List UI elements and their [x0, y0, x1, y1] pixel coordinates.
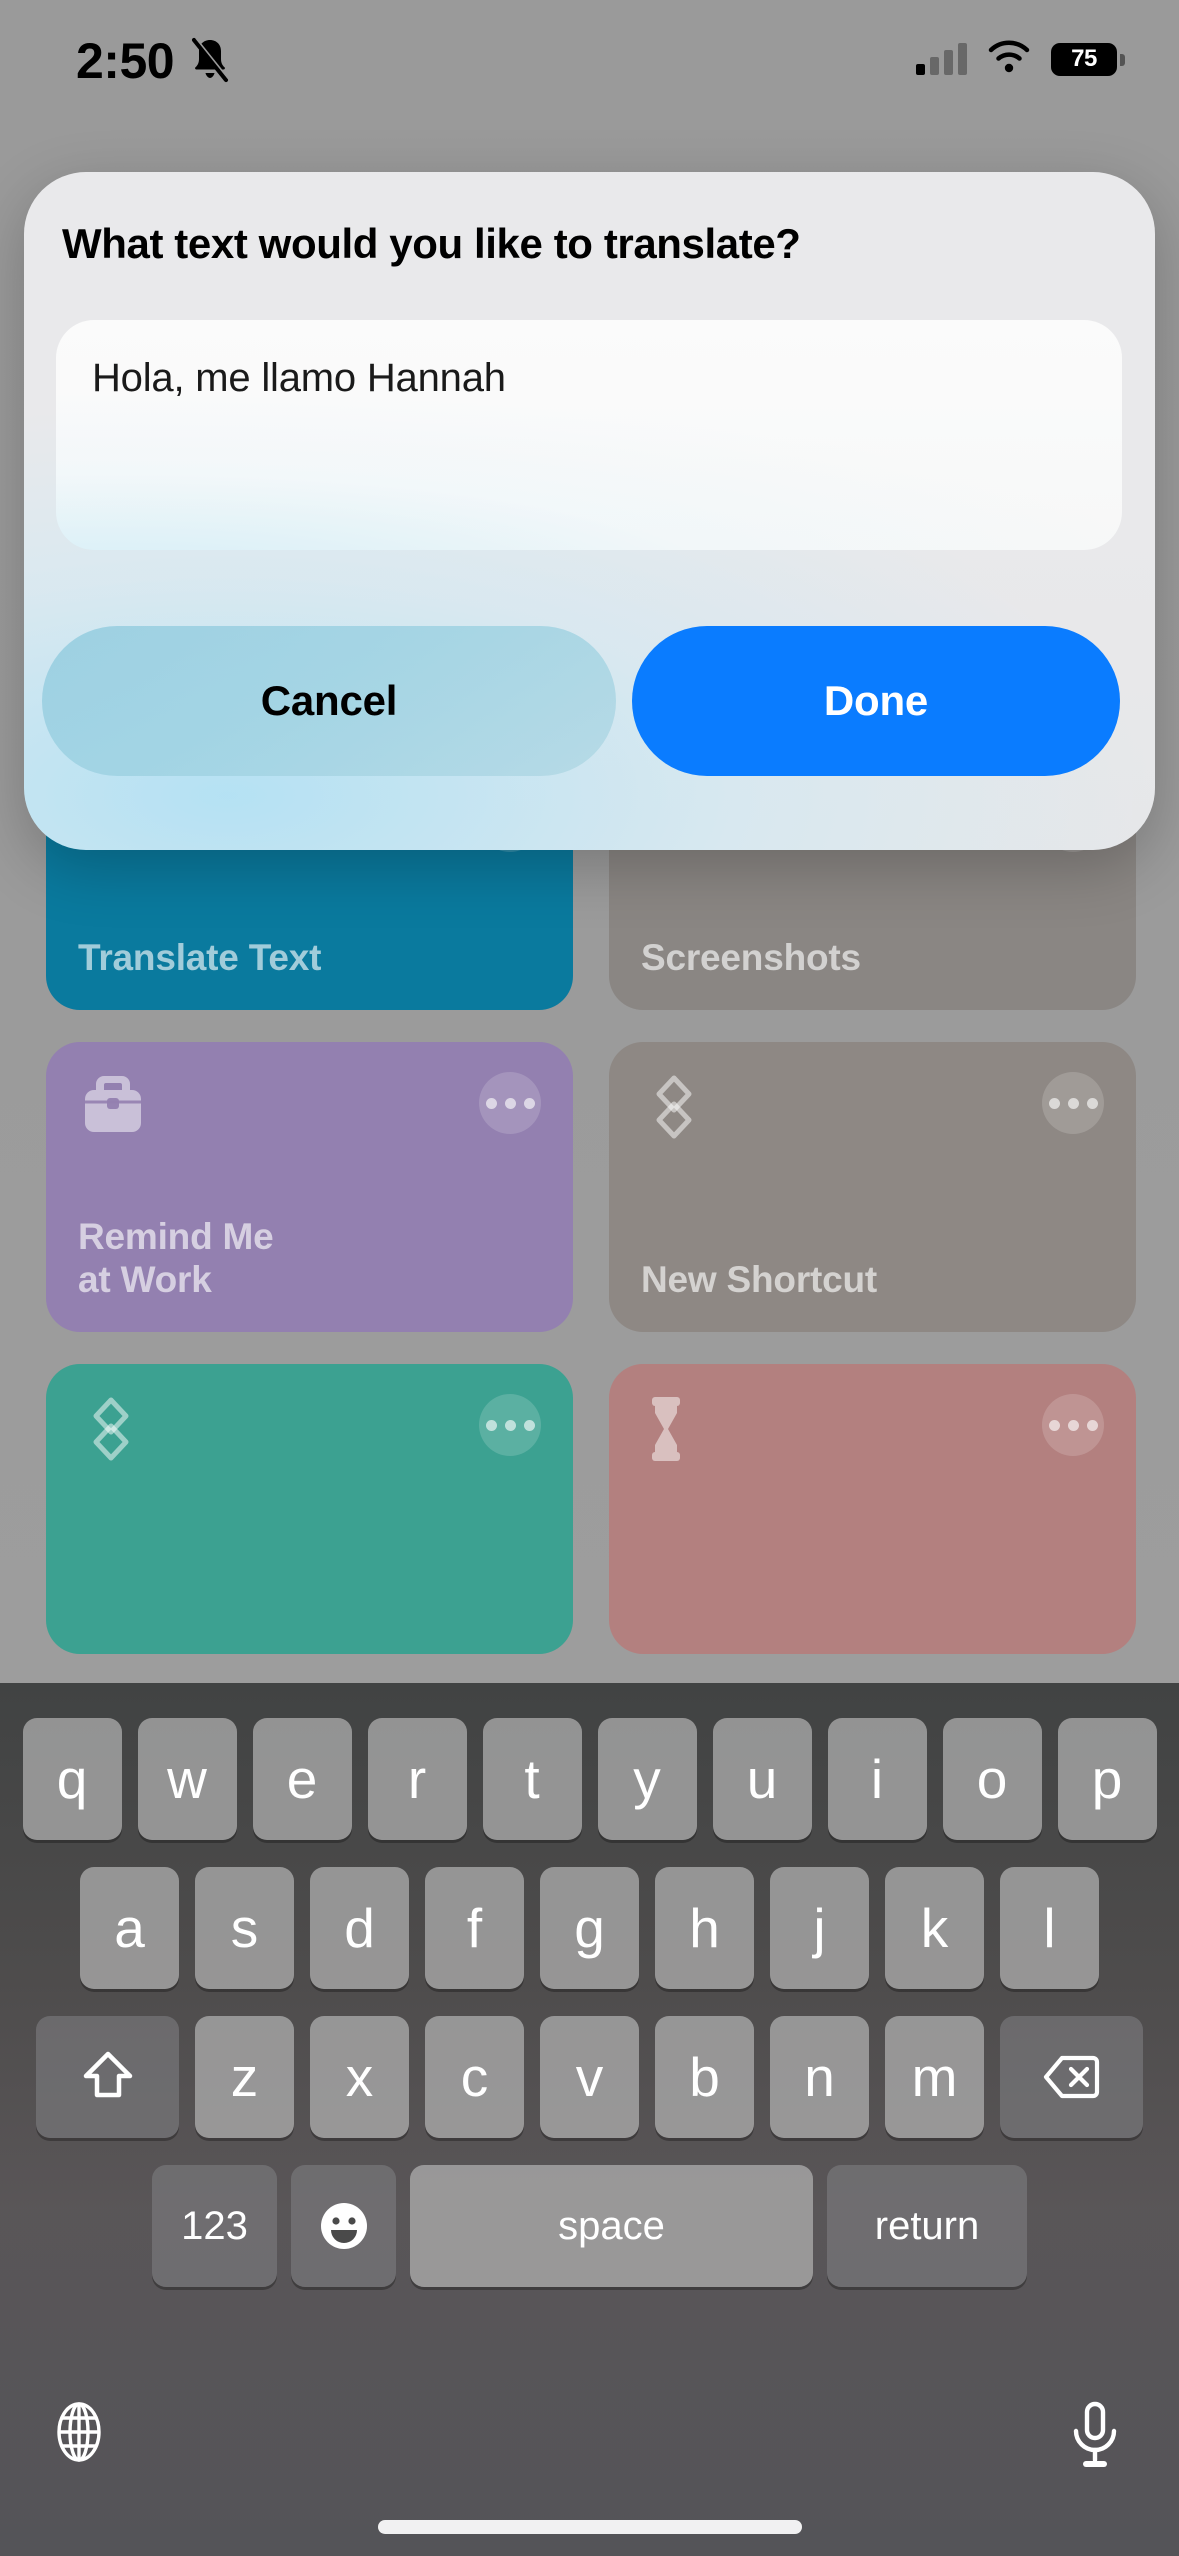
on-screen-keyboard: qwertyuiop asdfghjkl zxcvbnm 123 space r…: [0, 1683, 1179, 2556]
key-q[interactable]: q: [22, 1718, 122, 1840]
key-h[interactable]: h: [655, 1867, 754, 1989]
briefcase-icon: [78, 1072, 148, 1136]
hourglass-icon: [641, 1394, 691, 1464]
key-i[interactable]: i: [827, 1718, 927, 1840]
key-c[interactable]: c: [425, 2016, 524, 2138]
keyboard-bottom-bar: [0, 2401, 1179, 2521]
dialog-title: What text would you like to translate?: [62, 220, 801, 267]
cancel-button[interactable]: Cancel: [42, 626, 616, 776]
battery-indicator: 75: [1051, 42, 1125, 76]
shortcut-card[interactable]: [609, 1364, 1136, 1654]
key-f[interactable]: f: [425, 1867, 524, 1989]
shortcut-title: New Shortcut: [641, 1259, 878, 1301]
bell-slash-icon: [188, 36, 232, 89]
status-bar: 2:50 75: [0, 0, 1179, 120]
key-b[interactable]: b: [655, 2016, 754, 2138]
battery-level-label: 75: [1071, 45, 1097, 72]
key-k[interactable]: k: [885, 1867, 984, 1989]
key-e[interactable]: e: [252, 1718, 352, 1840]
numbers-key[interactable]: 123: [152, 2165, 277, 2287]
shortcut-card[interactable]: Remind Me at Work: [46, 1042, 573, 1332]
key-t[interactable]: t: [482, 1718, 582, 1840]
key-x[interactable]: x: [310, 2016, 409, 2138]
home-indicator: [377, 2520, 802, 2534]
key-s[interactable]: s: [195, 1867, 294, 1989]
key-z[interactable]: z: [195, 2016, 294, 2138]
keyboard-row-3: zxcvbnm: [0, 2016, 1179, 2138]
card-header: [78, 1394, 541, 1464]
card-header: [78, 1072, 541, 1136]
smiley-face-icon[interactable]: [291, 2165, 396, 2287]
translate-text-dialog: What text would you like to translate? H…: [24, 172, 1155, 850]
key-r[interactable]: r: [367, 1718, 467, 1840]
shortcuts-icon: [78, 1394, 144, 1464]
status-bar-clock: 2:50: [76, 33, 175, 89]
key-w[interactable]: w: [137, 1718, 237, 1840]
shift-key[interactable]: [36, 2016, 179, 2138]
shortcut-card[interactable]: [46, 1364, 573, 1654]
shortcut-title: Remind Me at Work: [78, 1215, 274, 1301]
key-d[interactable]: d: [310, 1867, 409, 1989]
backspace-key[interactable]: [1000, 2016, 1143, 2138]
key-n[interactable]: n: [770, 2016, 869, 2138]
key-a[interactable]: a: [80, 1867, 179, 1989]
shortcut-title: Screenshots: [641, 937, 861, 979]
keyboard-row-4: 123 space return: [0, 2165, 1179, 2287]
microphone-icon[interactable]: [1069, 2401, 1121, 2473]
cellular-bars-icon: [916, 43, 967, 75]
key-j[interactable]: j: [770, 1867, 869, 1989]
shortcuts-grid: Translate Text Screenshots Remind Me at …: [46, 760, 1136, 1654]
key-g[interactable]: g: [540, 1867, 639, 1989]
key-u[interactable]: u: [712, 1718, 812, 1840]
ellipsis-icon[interactable]: [1042, 1072, 1104, 1134]
key-l[interactable]: l: [1000, 1867, 1099, 1989]
ellipsis-icon[interactable]: [479, 1394, 541, 1456]
card-header: [641, 1072, 1104, 1142]
status-bar-indicators: 75: [916, 40, 1125, 78]
shortcut-title: Translate Text: [78, 937, 322, 979]
ellipsis-icon[interactable]: [479, 1072, 541, 1134]
keyboard-row-2: asdfghjkl: [0, 1867, 1179, 1989]
shortcuts-icon: [641, 1072, 707, 1142]
key-y[interactable]: y: [597, 1718, 697, 1840]
keyboard-row-1: qwertyuiop: [0, 1718, 1179, 1840]
wifi-icon: [987, 40, 1031, 78]
ellipsis-icon[interactable]: [1042, 1394, 1104, 1456]
text-input-value: Hola, me llamo Hannah: [92, 356, 506, 400]
return-key[interactable]: return: [827, 2165, 1027, 2287]
shortcut-card[interactable]: New Shortcut: [609, 1042, 1136, 1332]
key-p[interactable]: p: [1057, 1718, 1157, 1840]
keyboard-letters-row-3: zxcvbnm: [195, 2016, 984, 2138]
key-o[interactable]: o: [942, 1718, 1042, 1840]
space-key[interactable]: space: [410, 2165, 813, 2287]
translate-text-input[interactable]: Hola, me llamo Hannah: [56, 320, 1122, 550]
card-header: [641, 1394, 1104, 1464]
key-v[interactable]: v: [540, 2016, 639, 2138]
key-m[interactable]: m: [885, 2016, 984, 2138]
done-button[interactable]: Done: [632, 626, 1120, 776]
globe-icon[interactable]: [48, 2401, 110, 2463]
